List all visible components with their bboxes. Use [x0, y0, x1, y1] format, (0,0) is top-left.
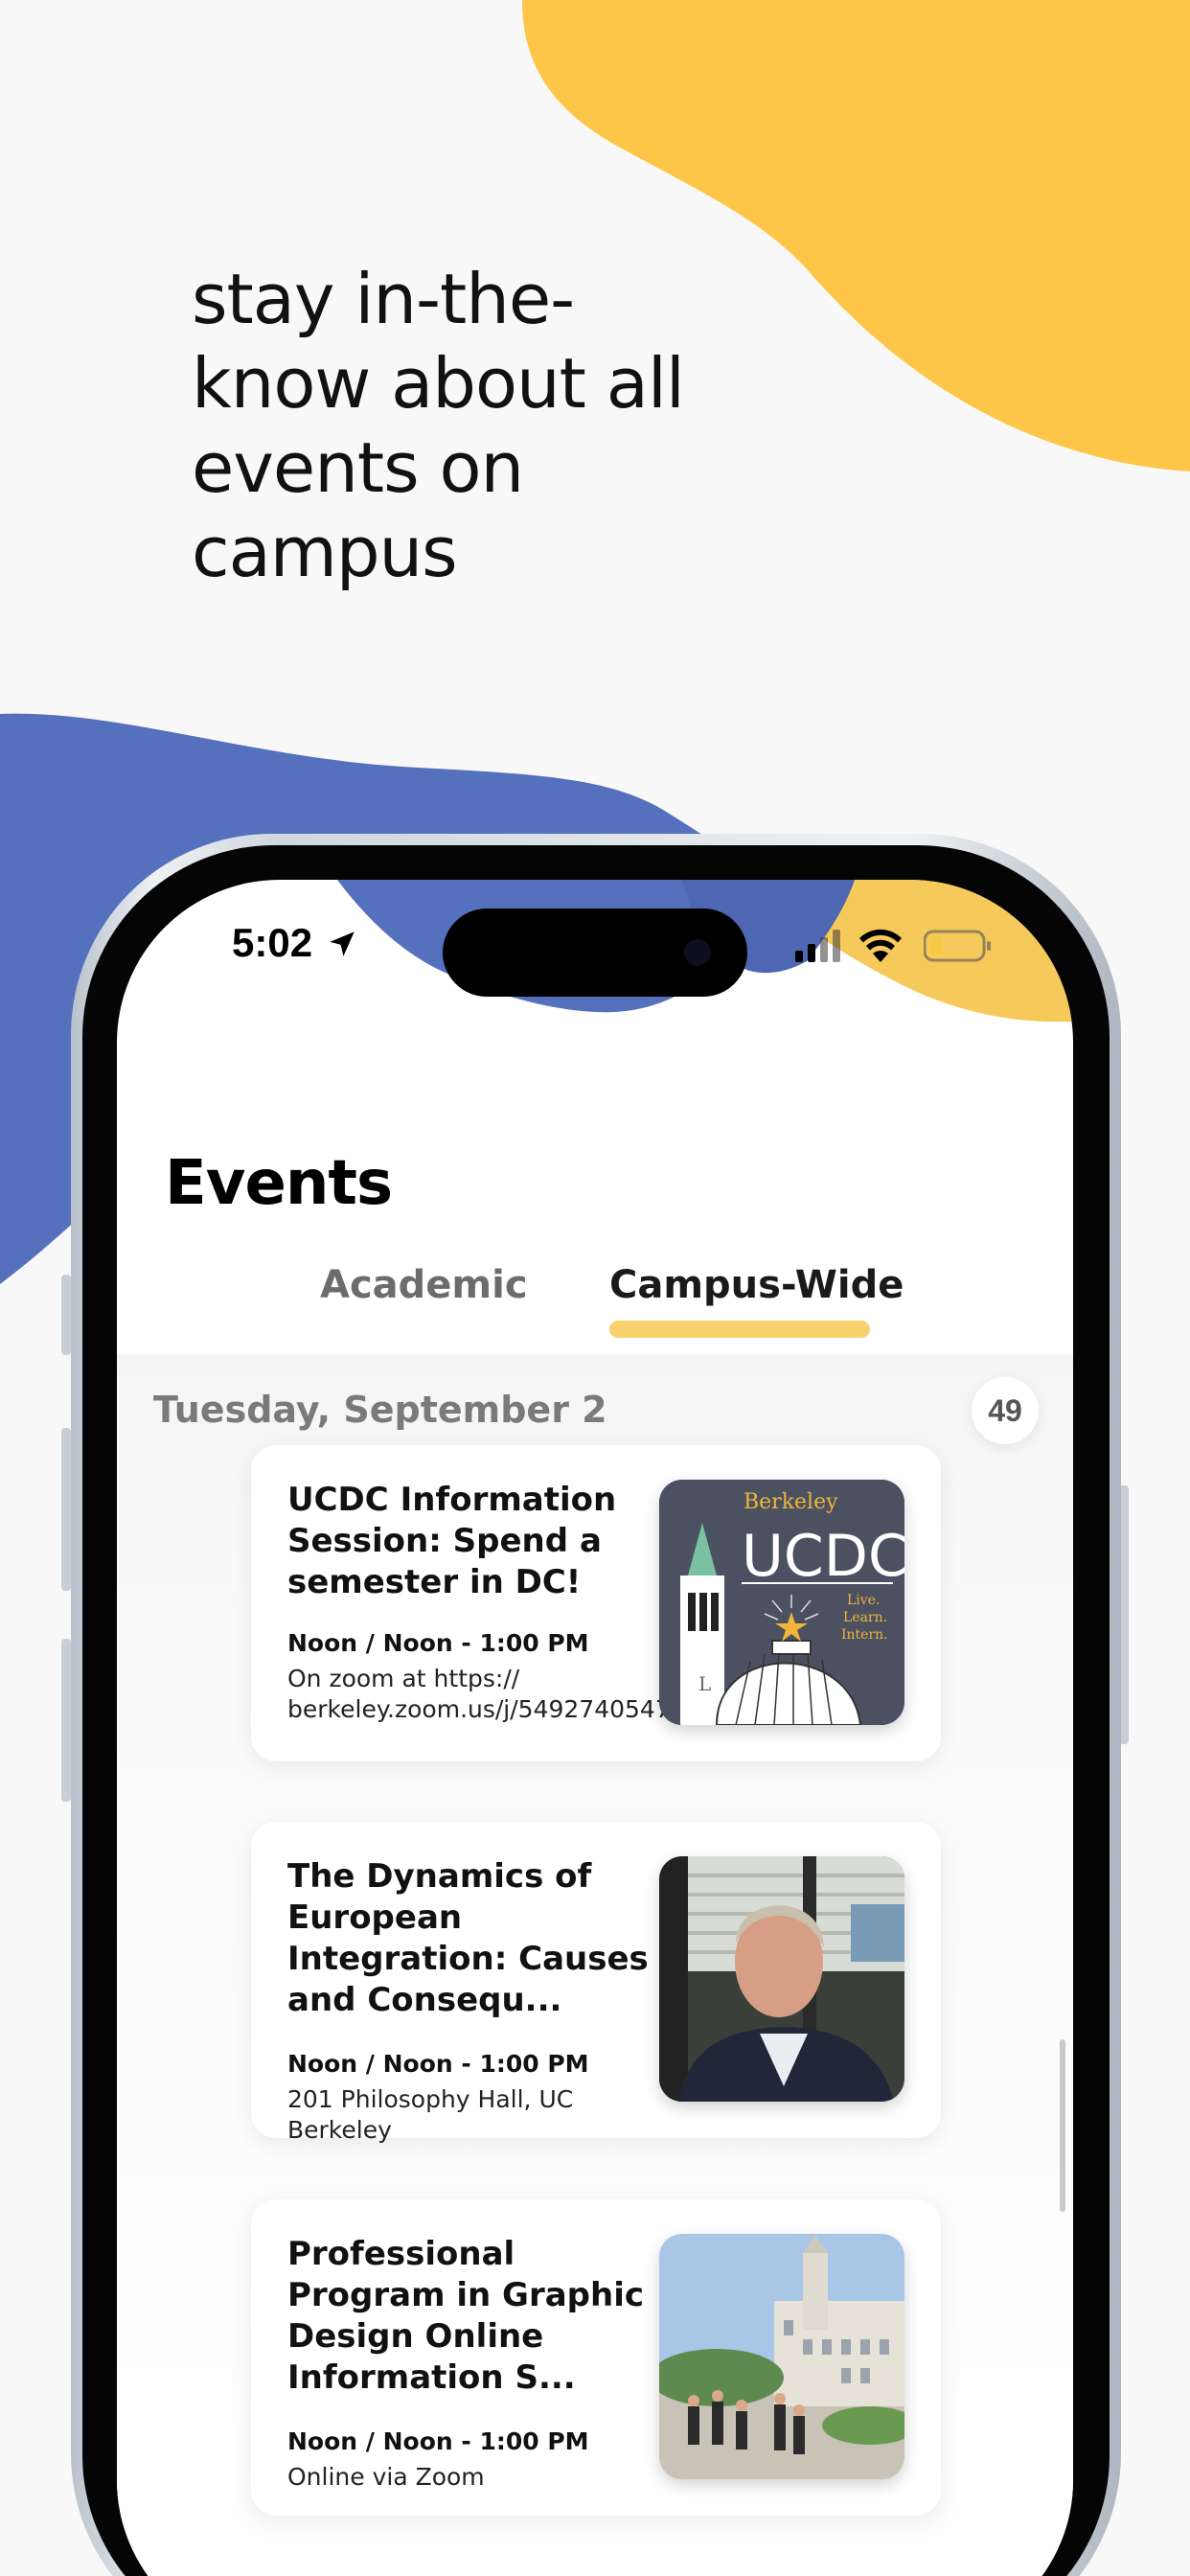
event-count-badge: 49: [972, 1377, 1039, 1444]
headline-line-2-rest: about all: [370, 343, 685, 424]
battery-icon: [924, 930, 991, 962]
event-time: Noon / Noon - 1:00 PM: [287, 2050, 589, 2078]
location-arrow-icon: [330, 932, 355, 956]
dynamic-island: [443, 908, 747, 997]
tab-academic[interactable]: Academic: [320, 1263, 528, 1307]
headline: stay in-the- know about all events on ca…: [192, 257, 805, 594]
event-location: On zoom at https:// berkeley.zoom.us/j/5…: [287, 1665, 671, 1723]
logo-main-text: UCDC: [742, 1523, 904, 1590]
event-card[interactable]: UCDC Information Session: Spend a semest…: [251, 1445, 941, 1761]
headline-line-1: stay in-the-: [192, 259, 575, 339]
ucdc-logo-image: L Berkeley UCDC Live. Learn. Intern.: [659, 1480, 904, 1725]
phone-action-button: [61, 1275, 71, 1355]
svg-text:L: L: [698, 1672, 711, 1695]
status-time: 5:02: [232, 920, 313, 965]
event-title: UCDC Information Session: Spend a semest…: [287, 1481, 617, 1601]
campus-photo: [659, 2234, 904, 2479]
event-card[interactable]: The Dynamics of European Integration: Ca…: [251, 1822, 941, 2144]
logo-sub-2: Learn.: [843, 1610, 887, 1625]
front-camera: [684, 939, 711, 966]
event-thumbnail: L Berkeley UCDC Live. Learn. Intern.: [659, 1480, 904, 1725]
logo-sub-3: Intern.: [841, 1627, 888, 1643]
speaker-photo: [659, 1856, 904, 2102]
headline-bold-word: know: [192, 343, 371, 424]
scrollbar[interactable]: [1060, 2039, 1065, 2212]
logo-sub-1: Live.: [847, 1593, 880, 1608]
phone-volume-down-button: [61, 1639, 71, 1802]
headline-line-4: campus: [192, 512, 458, 592]
event-location: 201 Philosophy Hall, UC Berkeley: [287, 2085, 574, 2144]
event-tabs: Academic Campus-Wide: [117, 1263, 1073, 1338]
phone-volume-up-button: [61, 1428, 71, 1591]
phone-screen: 5:02 Events Academic Campus-Wide Tuesday…: [117, 880, 1073, 2576]
wifi-icon: [859, 929, 902, 962]
selected-tab-indicator: [609, 1321, 870, 1338]
page-title: Events: [165, 1148, 393, 1219]
event-list[interactable]: Tuesday, September 2 49 UCDC Information…: [117, 1354, 1073, 2576]
tab-campus-wide[interactable]: Campus-Wide: [609, 1263, 904, 1307]
event-thumbnail: [659, 1856, 904, 2102]
event-thumbnail: [659, 2234, 904, 2479]
date-header: Tuesday, September 2: [153, 1389, 607, 1431]
headline-line-3: events on: [192, 427, 524, 508]
event-location: Online via Zoom: [287, 2463, 485, 2491]
event-card[interactable]: Professional Program in Graphic Design O…: [251, 2199, 941, 2516]
event-time: Noon / Noon - 1:00 PM: [287, 1629, 589, 1657]
event-title: Professional Program in Graphic Design O…: [287, 2235, 645, 2397]
event-time: Noon / Noon - 1:00 PM: [287, 2427, 589, 2455]
signal-icon: [795, 930, 840, 962]
event-title: The Dynamics of European Integration: Ca…: [287, 1857, 649, 2019]
headline-line-2: know about all: [192, 341, 805, 426]
logo-top-text: Berkeley: [744, 1490, 838, 1514]
